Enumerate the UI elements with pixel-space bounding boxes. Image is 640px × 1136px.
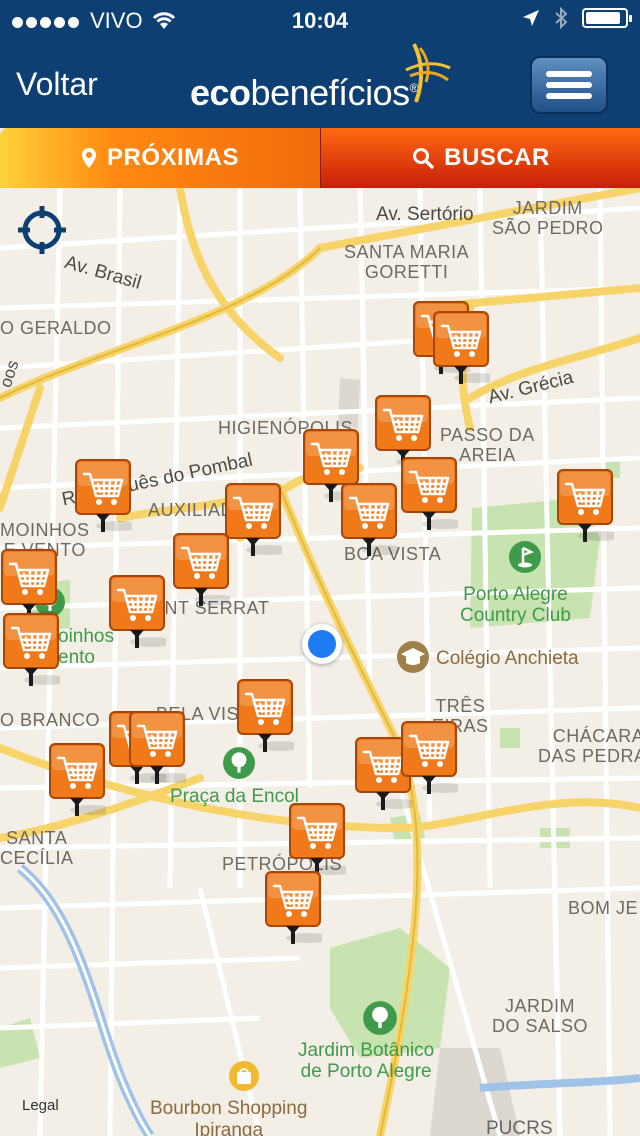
poi-label-colegio-anchieta: Colégio Anchieta [436, 648, 579, 669]
map-label-jardim-do-salso: JARDIM DO SALSO [492, 996, 589, 1036]
store-pin[interactable] [340, 482, 398, 560]
map-pin-icon [81, 148, 96, 168]
menu-button[interactable] [530, 56, 608, 114]
school-icon [397, 641, 429, 673]
store-pin[interactable] [172, 532, 230, 610]
logo-rest: benefícios [250, 72, 411, 113]
tab-proximas-label: PRÓXIMAS [106, 144, 239, 171]
store-pin[interactable] [74, 458, 132, 536]
store-pin[interactable] [224, 482, 282, 560]
road-label-av-sertorio: Av. Sertório [376, 204, 474, 225]
battery-icon [582, 8, 632, 28]
poi-label-pucrs: PUCRS [486, 1118, 553, 1136]
status-bar: VIVO 10:04 [0, 0, 640, 40]
map-legal-link[interactable]: Legal [22, 1097, 59, 1114]
locate-me-icon[interactable] [16, 204, 68, 256]
back-button[interactable]: Voltar [16, 66, 98, 103]
logo-swoosh-icon [405, 43, 451, 103]
app-logo: ecobenefícios® [190, 72, 419, 114]
store-pin[interactable] [48, 742, 106, 820]
store-pin[interactable] [108, 574, 166, 652]
store-pin[interactable] [400, 720, 458, 798]
map-label-bom-jesus: BOM JE [568, 898, 639, 918]
park-tree-icon [363, 1001, 397, 1035]
location-arrow-icon [523, 10, 539, 26]
store-pin[interactable] [128, 710, 186, 788]
poi-label-bourbon: Bourbon Shopping Ipiranga [150, 1098, 308, 1136]
shopping-bag-icon [229, 1061, 259, 1091]
park-label-country-club: Porto Alegre Country Club [460, 584, 571, 626]
status-right [522, 7, 632, 29]
map-label-santa-maria-goretti: SANTA MARIA GORETTI [344, 242, 470, 282]
store-pin[interactable] [400, 456, 458, 534]
tab-buscar-label: BUSCAR [444, 144, 550, 171]
nav-bar: Voltar ecobenefícios® [0, 40, 640, 128]
store-pin[interactable] [236, 678, 294, 756]
store-pin[interactable] [264, 870, 322, 948]
store-pin[interactable] [432, 310, 490, 388]
store-pin[interactable] [556, 468, 614, 546]
map-label-santa-cecilia: SANTA CECÍLIA [0, 828, 74, 868]
map-label-sao-geraldo: O GERALDO [0, 318, 112, 338]
park-label-moinhos: oinhos ento [58, 626, 114, 668]
map-label-rio-branco: O BRANCO [0, 710, 101, 730]
park-label-praca-encol: Praça da Encol [170, 786, 299, 807]
tab-bar: PRÓXIMAS BUSCAR [0, 128, 640, 188]
tab-buscar[interactable]: BUSCAR [320, 128, 640, 188]
bluetooth-icon [555, 7, 568, 29]
user-location-dot [302, 624, 342, 664]
search-icon [413, 148, 434, 169]
store-pin[interactable] [288, 802, 346, 880]
map-label-chacara-das-pedras: CHÁCARA DAS PEDRAS [538, 726, 640, 766]
golf-icon [509, 541, 541, 573]
tab-proximas[interactable]: PRÓXIMAS [0, 128, 320, 188]
logo-bold: eco [190, 72, 251, 113]
map-view[interactable]: JARDIM SÃO PEDRO SANTA MARIA GORETTI O G… [0, 188, 640, 1136]
park-label-jardim-botanico: Jardim Botânico de Porto Alegre [298, 1040, 435, 1082]
store-pin[interactable] [2, 612, 60, 690]
map-label-jardim-sao-pedro: JARDIM SÃO PEDRO [492, 198, 604, 238]
